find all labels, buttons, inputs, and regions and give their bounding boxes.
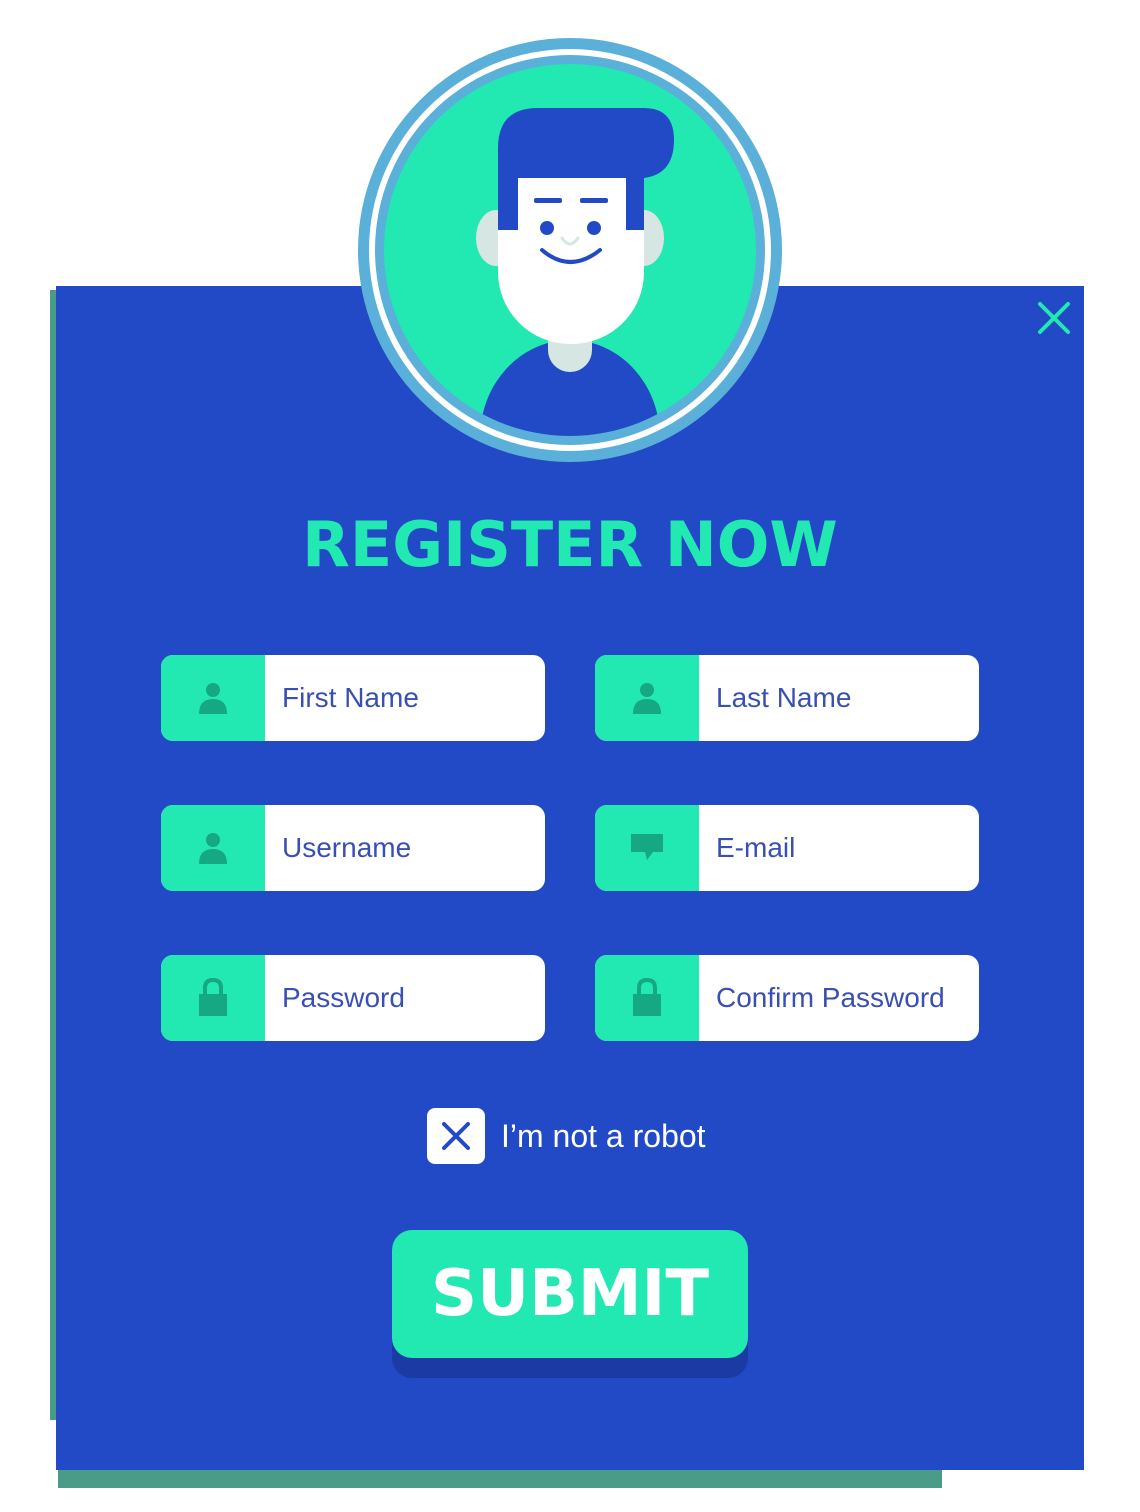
email-field[interactable] [595, 805, 979, 891]
not-a-robot-checkbox[interactable]: I’m not a robot [427, 1108, 706, 1164]
user-icon [595, 655, 699, 741]
chat-bubble-icon [595, 805, 699, 891]
avatar-illustration [358, 38, 782, 462]
last-name-input[interactable] [699, 655, 979, 741]
first-name-field[interactable] [161, 655, 545, 741]
confirm-password-input[interactable] [699, 955, 979, 1041]
password-field[interactable] [161, 955, 545, 1041]
password-input[interactable] [265, 955, 545, 1041]
user-icon [161, 655, 265, 741]
email-input[interactable] [699, 805, 979, 891]
lock-icon [595, 955, 699, 1041]
avatar [358, 38, 782, 462]
close-icon [1038, 302, 1070, 334]
user-icon [161, 805, 265, 891]
submit-button[interactable]: SUBMIT [392, 1230, 748, 1358]
username-input[interactable] [265, 805, 545, 891]
not-a-robot-label: I’m not a robot [501, 1117, 706, 1154]
lock-icon [161, 955, 265, 1041]
check-x-icon [442, 1122, 470, 1150]
page-title: REGISTER NOW [302, 508, 838, 581]
first-name-input[interactable] [265, 655, 545, 741]
checkbox[interactable] [427, 1108, 485, 1164]
confirm-password-field[interactable] [595, 955, 979, 1041]
close-button[interactable] [1032, 296, 1076, 340]
last-name-field[interactable] [595, 655, 979, 741]
username-field[interactable] [161, 805, 545, 891]
